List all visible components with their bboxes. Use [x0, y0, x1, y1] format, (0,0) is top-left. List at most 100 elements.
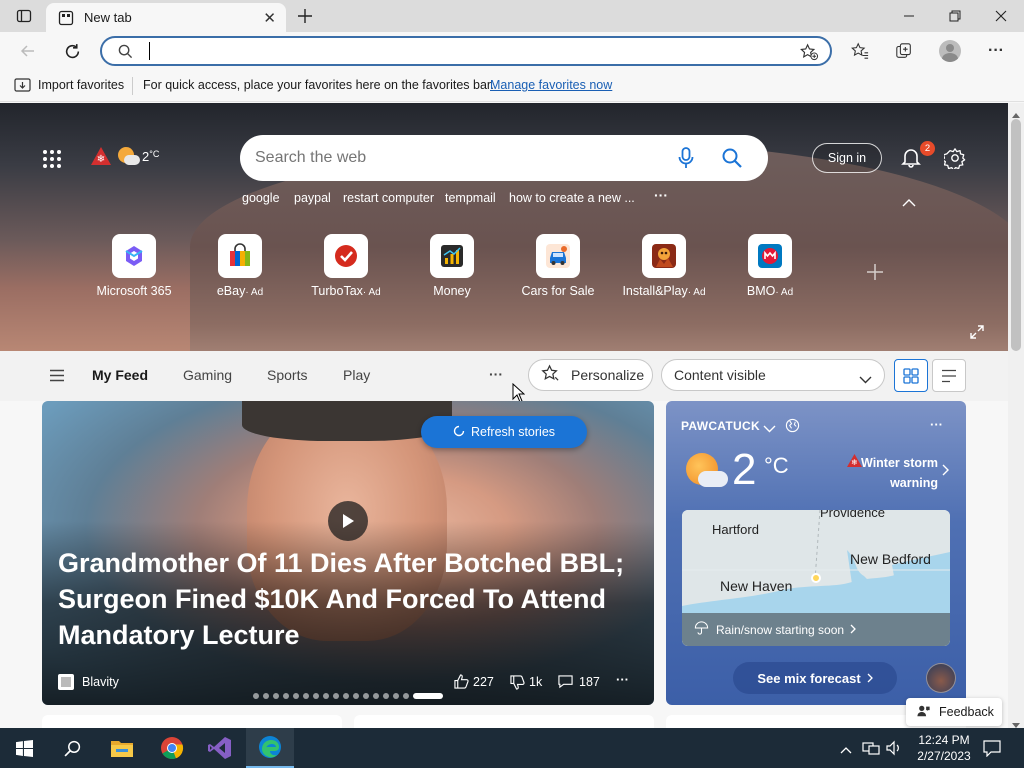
- restore-button[interactable]: [932, 0, 978, 32]
- story-source[interactable]: Blavity: [82, 675, 119, 689]
- search-suggestion[interactable]: google: [242, 191, 280, 205]
- close-window-button[interactable]: [978, 0, 1024, 32]
- feedback-button[interactable]: Feedback: [906, 698, 1002, 726]
- rain-forecast-banner[interactable]: Rain/snow starting soon: [682, 613, 950, 646]
- grid-layout-button[interactable]: [894, 359, 928, 392]
- rain-chevron-right-icon: [850, 623, 856, 637]
- story-card[interactable]: [42, 715, 342, 728]
- quick-link-bmo[interactable]: BMO· Ad: [725, 234, 815, 298]
- menu-hamburger-icon[interactable]: [49, 369, 65, 385]
- import-favorites-link[interactable]: Import favorites: [38, 78, 124, 92]
- globe-locate-icon[interactable]: [785, 418, 800, 436]
- search-suggestion[interactable]: tempmail: [445, 191, 496, 205]
- carousel-indicators[interactable]: [253, 693, 443, 699]
- address-input[interactable]: [146, 41, 746, 61]
- quick-link-install-and-play[interactable]: Install&Play· Ad: [619, 234, 709, 298]
- more-tabs-button[interactable]: ···: [489, 366, 503, 382]
- content-visibility-dropdown[interactable]: Content visible: [661, 359, 885, 391]
- dislike-thumb-icon[interactable]: [510, 675, 525, 693]
- scrollbar-thumb[interactable]: [1011, 119, 1021, 351]
- umbrella-icon: [694, 621, 709, 638]
- story-headline[interactable]: Grandmother Of 11 Dies After Botched BBL…: [58, 545, 638, 653]
- search-submit-icon[interactable]: [722, 148, 742, 171]
- address-bar[interactable]: [100, 36, 832, 66]
- network-icon[interactable]: [862, 740, 880, 759]
- quick-link-cars-for-sale[interactable]: Cars for Sale: [513, 234, 603, 298]
- apps-launcher-icon[interactable]: [42, 149, 62, 169]
- file-explorer-icon[interactable]: [98, 728, 146, 768]
- edge-icon[interactable]: [246, 728, 294, 768]
- weather-partly-cloudy-icon[interactable]: [118, 147, 140, 165]
- ad-marker: · Ad: [687, 287, 706, 298]
- search-suggestion[interactable]: restart computer: [343, 191, 434, 205]
- more-suggestions-button[interactable]: ···: [654, 187, 668, 203]
- settings-more-icon[interactable]: ···: [980, 35, 1012, 67]
- action-center-icon[interactable]: [983, 740, 1001, 760]
- expand-background-icon[interactable]: [970, 325, 984, 342]
- add-quick-link-icon[interactable]: [866, 263, 884, 284]
- search-suggestion[interactable]: paypal: [294, 191, 331, 205]
- tab-actions-icon[interactable]: [2, 0, 46, 32]
- minimize-button[interactable]: [886, 0, 932, 32]
- refresh-icon[interactable]: [56, 35, 88, 67]
- quick-link-microsoft-365[interactable]: Microsoft 365: [89, 234, 179, 298]
- taskbar-clock-time[interactable]: 12:24 PM: [914, 733, 974, 747]
- weather-card[interactable]: PAWCATUCK ··· 2 °C ❄ Winter storm warnin…: [666, 401, 966, 705]
- text-caret: [149, 42, 150, 60]
- collections-icon[interactable]: [888, 35, 920, 67]
- profile-avatar[interactable]: [939, 40, 961, 62]
- taskbar-clock-date[interactable]: 2/27/2023: [912, 749, 976, 763]
- quick-link-money[interactable]: Money: [407, 234, 497, 298]
- list-layout-button[interactable]: [932, 359, 966, 392]
- chrome-icon[interactable]: [148, 728, 196, 768]
- hero-temperature[interactable]: 2°C: [142, 149, 159, 164]
- volume-icon[interactable]: [886, 740, 902, 759]
- microphone-icon[interactable]: [678, 147, 694, 172]
- weather-alert-icon[interactable]: ❄: [90, 146, 112, 169]
- page-settings-gear-icon[interactable]: [941, 147, 966, 172]
- map-label-providence: Providence: [820, 510, 886, 520]
- favorites-icon[interactable]: [844, 35, 876, 67]
- alert-chevron-right-icon[interactable]: [942, 464, 949, 479]
- web-search-box[interactable]: [240, 135, 768, 181]
- weather-map[interactable]: Hartford Providence New Bedford New Have…: [682, 510, 950, 646]
- search-suggestion[interactable]: how to create a new ...: [509, 191, 635, 205]
- tab-gaming[interactable]: Gaming: [183, 367, 232, 383]
- web-search-input[interactable]: [255, 147, 655, 169]
- browser-tab[interactable]: New tab ✕: [46, 3, 286, 32]
- location-chevron-down-icon[interactable]: [763, 421, 776, 436]
- feed-navigation: My Feed Gaming Sports Play ··· Personali…: [0, 351, 1008, 401]
- personalize-button[interactable]: Personalize: [528, 359, 653, 391]
- page-scrollbar[interactable]: [1008, 103, 1024, 728]
- refresh-stories-button[interactable]: Refresh stories: [421, 416, 587, 448]
- story-more-button[interactable]: ···: [616, 672, 629, 687]
- sign-in-button[interactable]: Sign in: [812, 143, 882, 173]
- taskbar-search-icon[interactable]: [48, 728, 96, 768]
- tab-my-feed[interactable]: My Feed: [92, 367, 148, 383]
- show-hidden-icons-chevron-icon[interactable]: [840, 742, 852, 757]
- windows-start-icon[interactable]: [0, 728, 48, 768]
- tab-sports[interactable]: Sports: [267, 367, 307, 383]
- weather-unit[interactable]: °C: [764, 453, 789, 479]
- new-tab-button[interactable]: [282, 0, 328, 32]
- comment-bubble-icon[interactable]: [558, 674, 573, 692]
- add-favorite-icon[interactable]: [800, 43, 819, 64]
- play-video-button[interactable]: [328, 501, 368, 541]
- weather-more-button[interactable]: ···: [930, 417, 943, 432]
- manage-favorites-link[interactable]: Manage favorites now: [490, 78, 612, 92]
- see-forecast-button[interactable]: See mix forecast: [733, 662, 897, 694]
- weather-location[interactable]: PAWCATUCK: [681, 419, 760, 433]
- story-card[interactable]: [354, 715, 654, 728]
- notifications-bell-icon[interactable]: [900, 146, 922, 171]
- weather-promo-avatar[interactable]: [926, 663, 956, 693]
- tab-play[interactable]: Play: [343, 367, 370, 383]
- collapse-chevron-up-icon[interactable]: [902, 195, 916, 210]
- quick-link-ebay[interactable]: eBay· Ad: [195, 234, 285, 298]
- visual-studio-icon[interactable]: [196, 728, 244, 768]
- like-thumb-icon[interactable]: [454, 674, 469, 692]
- quick-link-turbotax[interactable]: TurboTax· Ad: [301, 234, 391, 298]
- close-tab-icon[interactable]: ✕: [263, 9, 276, 27]
- back-icon[interactable]: [12, 35, 44, 67]
- weather-alert-text[interactable]: Winter storm warning: [856, 453, 938, 493]
- top-story-card[interactable]: Refresh stories Grandmother Of 11 Dies A…: [42, 401, 654, 705]
